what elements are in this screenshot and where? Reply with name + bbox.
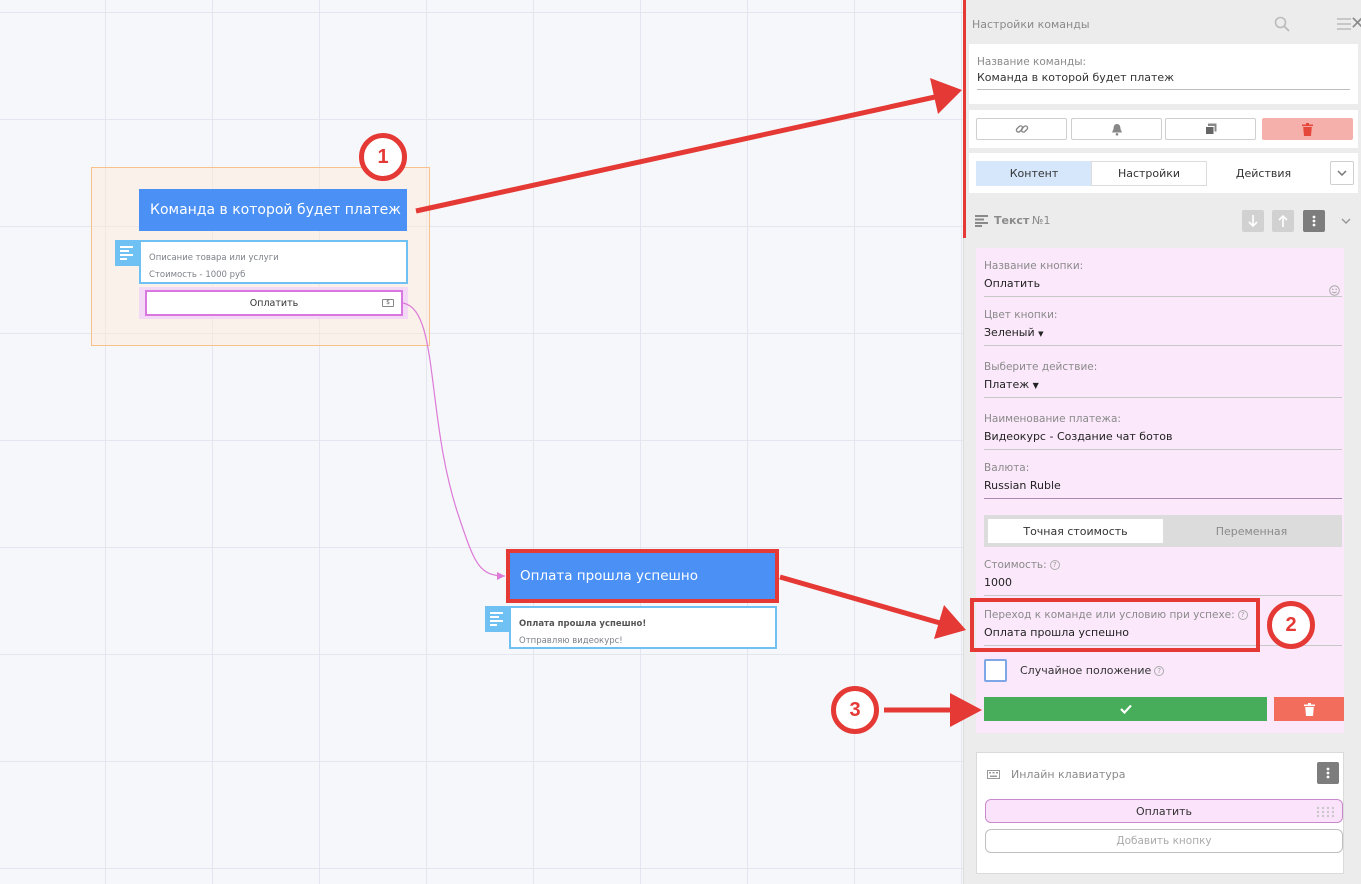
annotation-badge-1: 1 [359,133,407,181]
annotation-arrows [415,78,982,727]
annotation-badge-3: 3 [831,686,879,734]
annotation-badge-2: 2 [1267,601,1315,649]
